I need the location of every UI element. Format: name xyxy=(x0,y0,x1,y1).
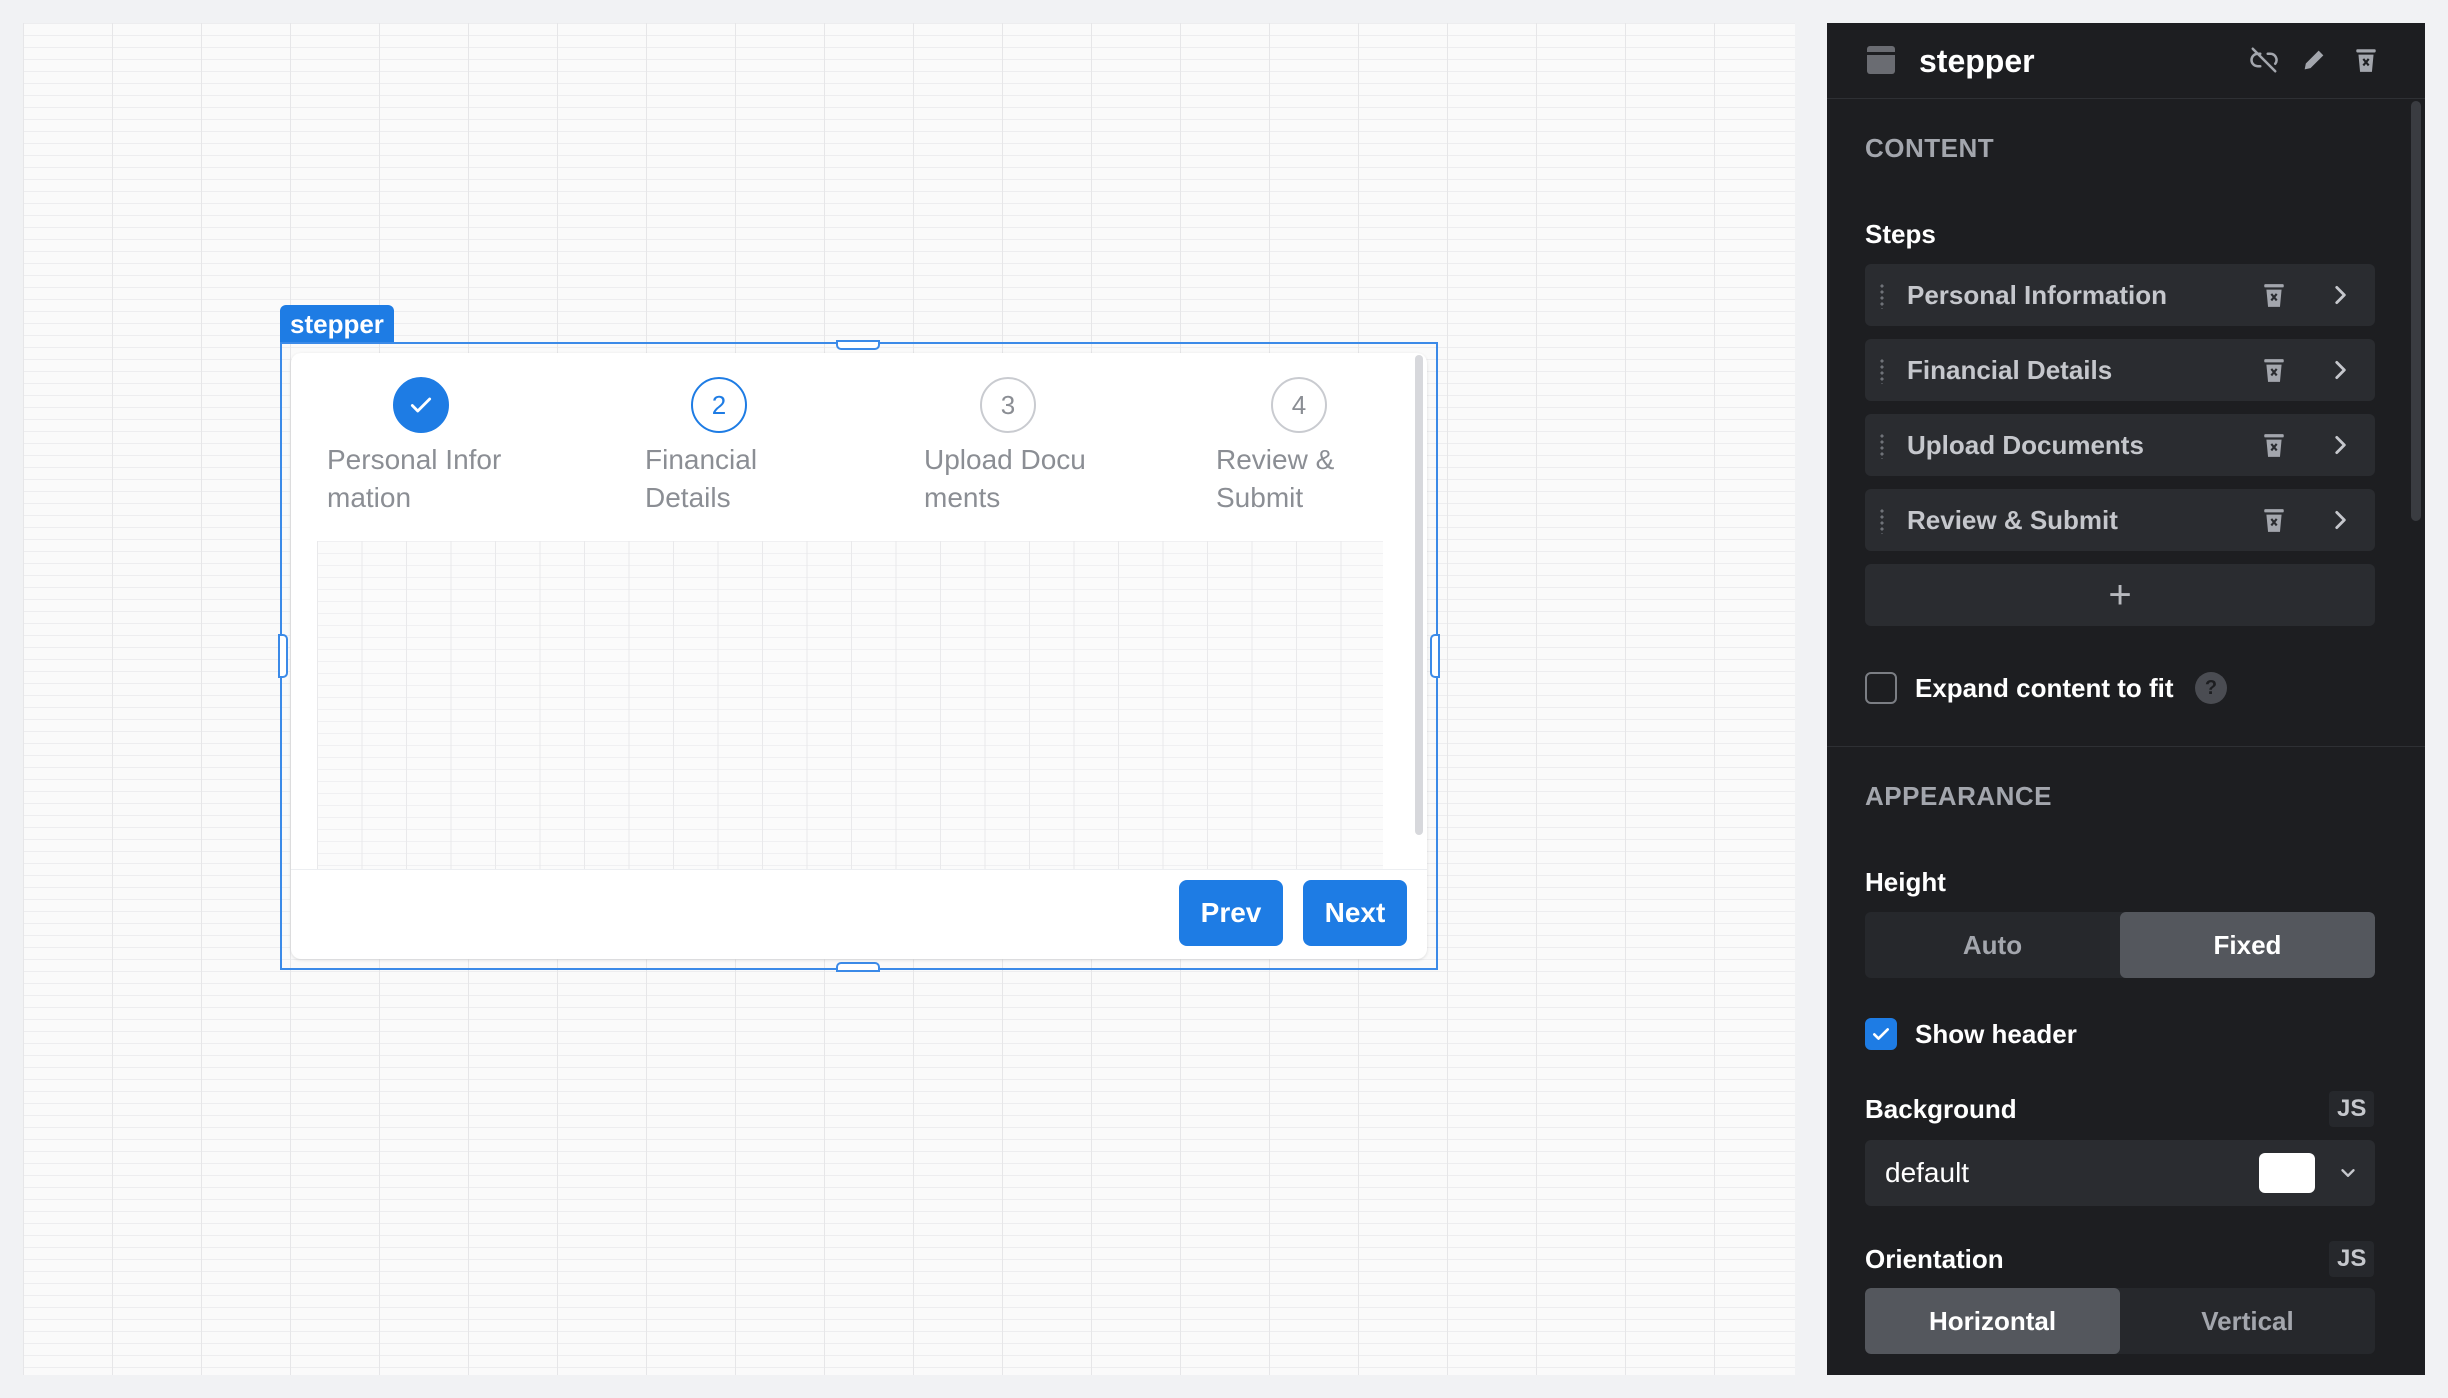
chevron-right-icon[interactable] xyxy=(2327,432,2353,463)
panel-scrollbar[interactable] xyxy=(2411,101,2421,521)
orientation-vertical-option[interactable]: Vertical xyxy=(2120,1288,2375,1354)
height-auto-option[interactable]: Auto xyxy=(1865,912,2120,978)
trash-icon[interactable] xyxy=(2261,505,2287,540)
appearance-section-title[interactable]: APPEARANCE xyxy=(1865,781,2052,812)
step-item-label: Personal Information xyxy=(1907,280,2168,310)
step-upload-documents[interactable]: 3 Upload Documents xyxy=(924,377,1086,513)
checkmark-icon xyxy=(410,397,432,413)
step-item-label: Financial Details xyxy=(1907,355,2113,385)
orientation-toggle: Horizontal Vertical xyxy=(1865,1288,2375,1354)
add-step-button[interactable]: + xyxy=(1865,564,2375,626)
steps-list-item[interactable]: Review & Submit xyxy=(1865,489,2375,551)
chevron-right-icon[interactable] xyxy=(2327,282,2353,313)
stepper-footer: Prev Next xyxy=(291,869,1427,959)
background-js-toggle[interactable]: JS xyxy=(2329,1091,2375,1127)
edit-icon[interactable] xyxy=(2297,43,2331,77)
expand-content-label[interactable]: Expand content to fit xyxy=(1915,673,2174,704)
checkmark-icon xyxy=(1873,1028,1889,1040)
show-header-checkbox[interactable] xyxy=(1865,1018,1897,1050)
orientation-horizontal-option[interactable]: Horizontal xyxy=(1865,1288,2120,1354)
steps-label: Steps xyxy=(1865,219,1936,249)
step-4-indicator: 4 xyxy=(1271,377,1327,433)
delete-component-icon[interactable] xyxy=(2349,43,2383,77)
content-section-title[interactable]: CONTENT xyxy=(1865,133,1994,164)
next-button[interactable]: Next xyxy=(1303,880,1407,946)
step-personal-information[interactable]: Personal Information xyxy=(327,377,501,513)
trash-icon[interactable] xyxy=(2261,355,2287,390)
drag-handle-icon[interactable] xyxy=(1879,358,1885,384)
trash-icon[interactable] xyxy=(2261,280,2287,315)
prev-button[interactable]: Prev xyxy=(1179,880,1283,946)
step-item-label: Review & Submit xyxy=(1907,505,2118,535)
step-4-label: Review & Submit xyxy=(1216,444,1335,513)
drag-handle-icon[interactable] xyxy=(1879,508,1885,534)
unlink-icon[interactable] xyxy=(2247,43,2281,77)
step-content-area[interactable] xyxy=(317,541,1383,869)
step-1-indicator xyxy=(393,377,449,433)
drag-handle-icon[interactable] xyxy=(1879,283,1885,309)
help-icon[interactable]: ? xyxy=(2195,672,2227,704)
selection-tag[interactable]: stepper xyxy=(280,305,394,343)
background-value: default xyxy=(1885,1157,1970,1188)
background-select[interactable]: default xyxy=(1865,1140,2375,1206)
step-1-label: Personal Information xyxy=(327,444,502,513)
show-header-label[interactable]: Show header xyxy=(1915,1019,2077,1050)
height-toggle: Auto Fixed xyxy=(1865,912,2375,978)
step-3-indicator: 3 xyxy=(980,377,1036,433)
step-review-submit[interactable]: 4 Review & Submit xyxy=(1216,377,1334,513)
resize-handle-left[interactable] xyxy=(278,634,288,678)
height-fixed-option[interactable]: Fixed xyxy=(2120,912,2375,978)
section-divider xyxy=(1827,746,2425,747)
step-2-label: Financial Details xyxy=(645,444,758,513)
step-financial-details[interactable]: 2 Financial Details xyxy=(645,377,757,513)
stepper-scrollbar[interactable] xyxy=(1415,355,1423,835)
height-label: Height xyxy=(1865,867,1946,897)
chevron-down-icon[interactable] xyxy=(2337,1162,2359,1189)
component-icon xyxy=(1867,46,1895,74)
stepper-header: Personal Information 2 Financial Details… xyxy=(291,377,1401,517)
step-3-label: Upload Documents xyxy=(924,444,1086,513)
resize-handle-right[interactable] xyxy=(1430,634,1440,678)
trash-icon[interactable] xyxy=(2261,430,2287,465)
orientation-js-toggle[interactable]: JS xyxy=(2329,1241,2375,1277)
chevron-right-icon[interactable] xyxy=(2327,357,2353,388)
background-color-swatch[interactable] xyxy=(2259,1153,2315,1193)
expand-content-checkbox[interactable] xyxy=(1865,672,1897,704)
step-item-label: Upload Documents xyxy=(1907,430,2144,460)
inspector-panel: stepper CONTENT Steps Personal Informati… xyxy=(1827,23,2425,1375)
steps-list-item[interactable]: Financial Details xyxy=(1865,339,2375,401)
component-name[interactable]: stepper xyxy=(1919,41,2035,81)
steps-list-item[interactable]: Personal Information xyxy=(1865,264,2375,326)
orientation-label: Orientation xyxy=(1865,1244,2004,1274)
chevron-right-icon[interactable] xyxy=(2327,507,2353,538)
background-label: Background xyxy=(1865,1094,2017,1124)
resize-handle-bottom[interactable] xyxy=(836,962,880,972)
steps-list-item[interactable]: Upload Documents xyxy=(1865,414,2375,476)
stepper-widget[interactable]: Personal Information 2 Financial Details… xyxy=(291,353,1427,959)
drag-handle-icon[interactable] xyxy=(1879,433,1885,459)
step-2-indicator: 2 xyxy=(691,377,747,433)
panel-header: stepper xyxy=(1827,23,2425,99)
resize-handle-top[interactable] xyxy=(836,340,880,350)
